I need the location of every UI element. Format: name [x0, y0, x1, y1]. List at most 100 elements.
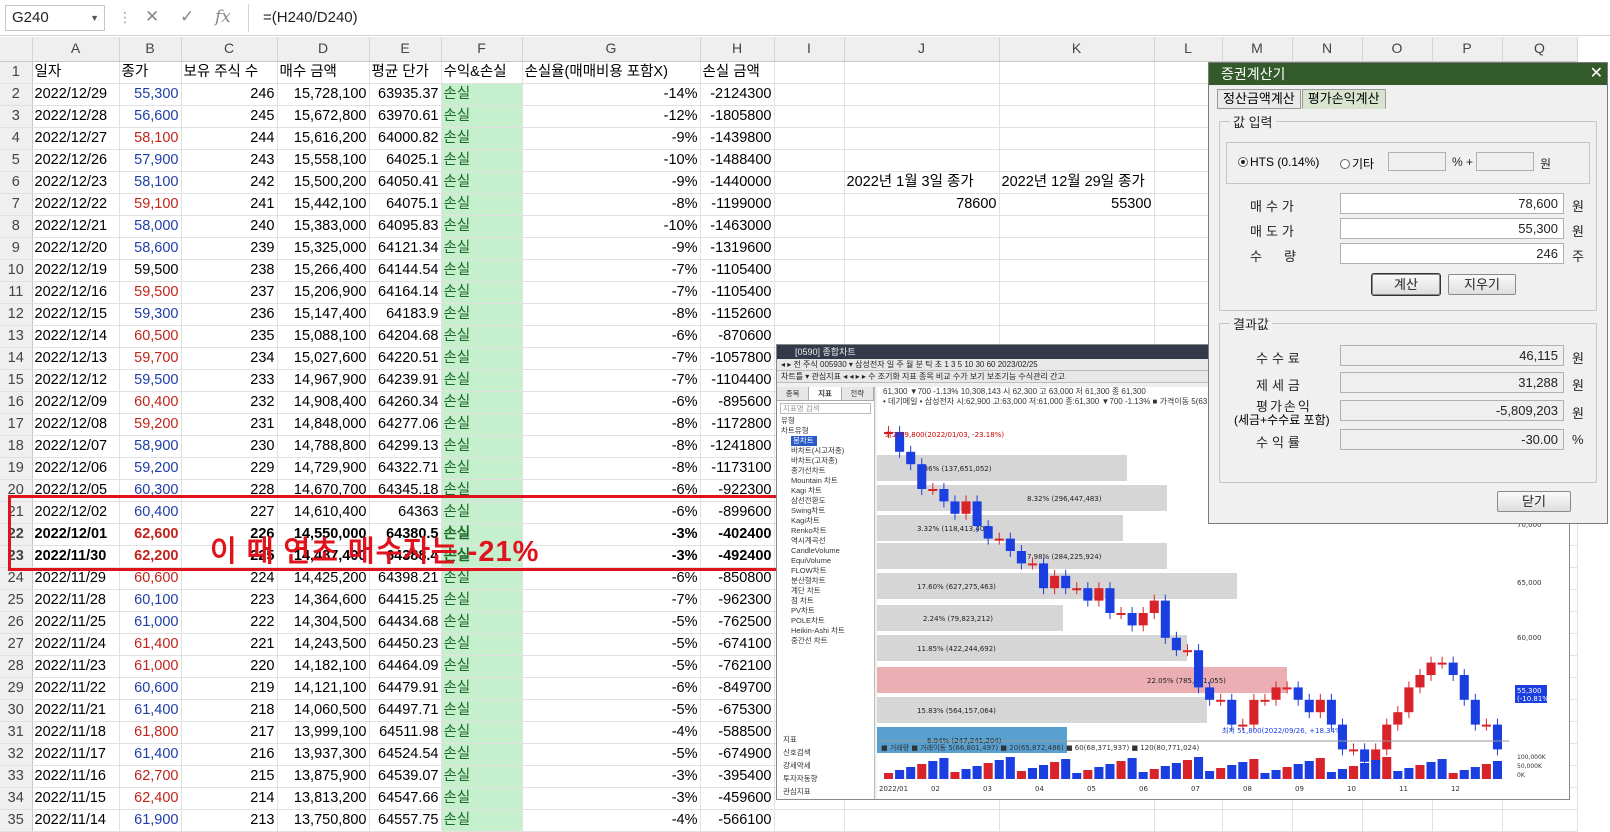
pl-cell[interactable]: 손실 — [441, 765, 523, 788]
close-cell[interactable]: 59,700 — [119, 347, 182, 370]
avg-price-cell[interactable]: 64497.71 — [369, 699, 442, 722]
loss-rate-cell[interactable]: -9% — [522, 127, 701, 150]
pl-cell[interactable]: 손실 — [441, 633, 523, 656]
close-cell[interactable]: 56,600 — [119, 105, 182, 128]
shares-cell[interactable]: 234 — [181, 347, 278, 370]
loss-rate-cell[interactable]: -10% — [522, 215, 701, 238]
close-cell[interactable]: 58,000 — [119, 215, 182, 238]
shares-cell[interactable]: 217 — [181, 721, 278, 744]
loss-rate-cell[interactable]: -4% — [522, 721, 701, 744]
date-cell[interactable]: 2022/11/21 — [32, 699, 120, 722]
buy-amount-cell[interactable]: 15,442,100 — [277, 193, 370, 216]
close-cell[interactable]: 59,500 — [119, 281, 182, 304]
cell[interactable] — [774, 303, 845, 326]
column-header[interactable]: B — [119, 37, 182, 62]
date-cell[interactable]: 2022/11/16 — [32, 765, 120, 788]
row-header[interactable]: 32 — [0, 743, 33, 766]
label-cell-k6[interactable]: 2022년 12월 29일 종가 — [999, 171, 1155, 194]
cell[interactable] — [999, 149, 1155, 172]
label-cell-j6[interactable]: 2022년 1월 3일 종가 — [844, 171, 1000, 194]
shares-cell[interactable]: 239 — [181, 237, 278, 260]
header-cell-pl[interactable]: 수익&손실 — [441, 61, 523, 84]
chart-type-item[interactable]: 바차트(시고저종) — [777, 446, 874, 456]
date-cell[interactable]: 2022/12/08 — [32, 413, 120, 436]
avg-price-cell[interactable]: 64464.09 — [369, 655, 442, 678]
buy-amount-cell[interactable]: 13,999,100 — [277, 721, 370, 744]
header-cell-shares[interactable]: 보유 주식 수 — [181, 61, 278, 84]
buy-amount-cell[interactable]: 15,383,000 — [277, 215, 370, 238]
row-header[interactable]: 4 — [0, 127, 33, 150]
cell[interactable] — [844, 281, 1000, 304]
indicator-tab[interactable]: 전략 — [841, 387, 874, 400]
pl-cell[interactable]: 손실 — [441, 259, 523, 282]
pl-cell[interactable]: 손실 — [441, 215, 523, 238]
loss-amount-cell[interactable]: -675300 — [700, 699, 775, 722]
buy-amount-cell[interactable]: 15,558,100 — [277, 149, 370, 172]
date-cell[interactable]: 2022/12/26 — [32, 149, 120, 172]
cell[interactable] — [1432, 809, 1503, 832]
cell[interactable] — [999, 237, 1155, 260]
buy-amount-cell[interactable]: 13,750,800 — [277, 809, 370, 832]
loss-rate-cell[interactable]: -8% — [522, 193, 701, 216]
buy-amount-cell[interactable]: 15,728,100 — [277, 83, 370, 106]
pl-cell[interactable]: 손실 — [441, 83, 523, 106]
pl-cell[interactable]: 손실 — [441, 171, 523, 194]
cell[interactable] — [1222, 809, 1293, 832]
shares-cell[interactable]: 232 — [181, 391, 278, 414]
cell[interactable] — [774, 259, 845, 282]
pl-cell[interactable]: 손실 — [441, 391, 523, 414]
buy-amount-cell[interactable]: 13,937,300 — [277, 743, 370, 766]
shares-cell[interactable]: 230 — [181, 435, 278, 458]
buy-amount-cell[interactable]: 15,325,000 — [277, 237, 370, 260]
formula-input[interactable]: =(H240/D240) — [248, 4, 1608, 32]
cell[interactable] — [844, 303, 1000, 326]
date-cell[interactable]: 2022/12/14 — [32, 325, 120, 348]
pl-cell[interactable]: 손실 — [441, 457, 523, 480]
row-header[interactable]: 11 — [0, 281, 33, 304]
cancel-icon[interactable]: ✕ — [145, 7, 159, 27]
close-cell[interactable]: 62,700 — [119, 765, 182, 788]
avg-price-cell[interactable]: 64239.91 — [369, 369, 442, 392]
loss-amount-cell[interactable]: -566100 — [700, 809, 775, 832]
avg-price-cell[interactable]: 64220.51 — [369, 347, 442, 370]
column-header[interactable]: H — [700, 37, 775, 62]
buy-amount-cell[interactable]: 13,875,900 — [277, 765, 370, 788]
buy-amount-cell[interactable]: 15,500,200 — [277, 171, 370, 194]
avg-price-cell[interactable]: 64050.41 — [369, 171, 442, 194]
shares-cell[interactable]: 221 — [181, 633, 278, 656]
shares-cell[interactable]: 214 — [181, 787, 278, 810]
cell[interactable] — [774, 237, 845, 260]
tree-sub[interactable]: 차트유형 — [777, 426, 874, 436]
column-header[interactable]: C — [181, 37, 278, 62]
shares-cell[interactable]: 246 — [181, 83, 278, 106]
chart-type-item[interactable]: 분산형차트 — [777, 576, 874, 586]
loss-rate-cell[interactable]: -8% — [522, 435, 701, 458]
shares-cell[interactable]: 231 — [181, 413, 278, 436]
pl-cell[interactable]: 손실 — [441, 589, 523, 612]
cell[interactable] — [1292, 809, 1363, 832]
chart-type-item[interactable]: Kagi 차트 — [777, 486, 874, 496]
select-all-corner[interactable] — [0, 37, 33, 62]
indicator-group-item[interactable]: 지표 — [777, 733, 875, 746]
close-cell[interactable]: 61,400 — [119, 699, 182, 722]
shares-cell[interactable]: 242 — [181, 171, 278, 194]
loss-amount-cell[interactable]: -1152600 — [700, 303, 775, 326]
row-header[interactable]: 10 — [0, 259, 33, 282]
radio-icon[interactable] — [1340, 159, 1350, 169]
buy-amount-cell[interactable]: 14,060,500 — [277, 699, 370, 722]
cell[interactable] — [1154, 809, 1223, 832]
buy-amount-cell[interactable]: 15,616,200 — [277, 127, 370, 150]
chart-type-item[interactable]: 봉차트 — [791, 436, 817, 446]
cell[interactable] — [1362, 809, 1433, 832]
date-cell[interactable]: 2022/12/21 — [32, 215, 120, 238]
loss-rate-cell[interactable]: -7% — [522, 259, 701, 282]
chart-type-item[interactable]: PV차트 — [777, 606, 874, 616]
avg-price-cell[interactable]: 64075.1 — [369, 193, 442, 216]
buy-amount-cell[interactable]: 15,027,600 — [277, 347, 370, 370]
buy-amount-cell[interactable]: 14,848,000 — [277, 413, 370, 436]
chart-type-item[interactable]: Swing차트 — [777, 506, 874, 516]
tree-header[interactable]: 유형 — [777, 416, 874, 426]
chart-type-item[interactable]: 계단 차트 — [777, 586, 874, 596]
pl-cell[interactable]: 손실 — [441, 369, 523, 392]
date-cell[interactable]: 2022/12/15 — [32, 303, 120, 326]
